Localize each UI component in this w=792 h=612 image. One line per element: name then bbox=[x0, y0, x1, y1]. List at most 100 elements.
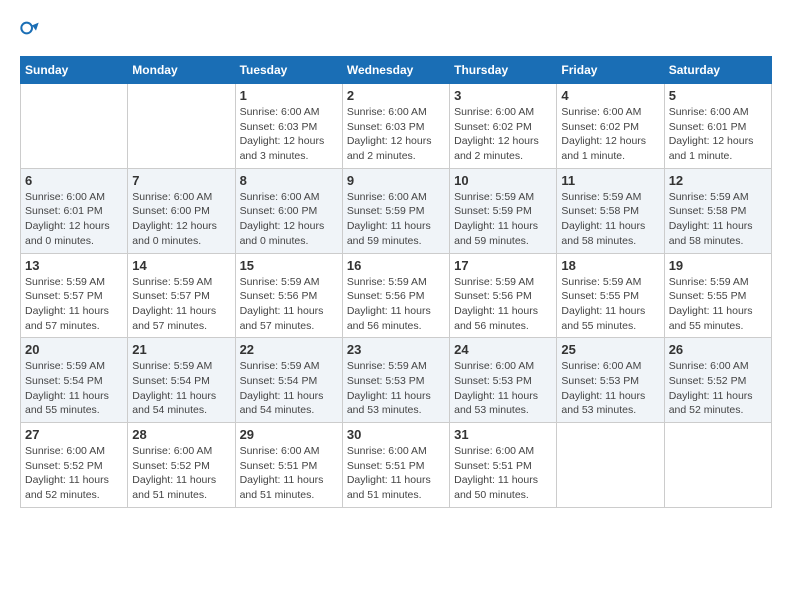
day-info: Sunrise: 5:59 AM Sunset: 5:57 PM Dayligh… bbox=[25, 275, 123, 334]
page-header bbox=[20, 20, 772, 40]
day-info: Sunrise: 5:59 AM Sunset: 5:56 PM Dayligh… bbox=[347, 275, 445, 334]
day-info: Sunrise: 5:59 AM Sunset: 5:56 PM Dayligh… bbox=[240, 275, 338, 334]
header-monday: Monday bbox=[128, 57, 235, 84]
day-number: 16 bbox=[347, 258, 445, 273]
calendar-day-cell: 3Sunrise: 6:00 AM Sunset: 6:02 PM Daylig… bbox=[450, 84, 557, 169]
calendar-day-cell: 19 Sunrise: 5:59 AM Sunset: 5:55 PM Dayli… bbox=[664, 253, 771, 338]
logo bbox=[20, 20, 44, 40]
calendar-day-cell: 20 Sunrise: 5:59 AM Sunset: 5:54 PM Dayli… bbox=[21, 338, 128, 423]
day-number: 6 bbox=[25, 173, 123, 188]
calendar-day-cell bbox=[21, 84, 128, 169]
day-number: 18 bbox=[561, 258, 659, 273]
day-number: 27 bbox=[25, 427, 123, 442]
calendar-day-cell: 16 Sunrise: 5:59 AM Sunset: 5:56 PM Dayli… bbox=[342, 253, 449, 338]
day-number: 13 bbox=[25, 258, 123, 273]
calendar-day-cell: 21Sunrise: 5:59 AM Sunset: 5:54 PM Dayli… bbox=[128, 338, 235, 423]
day-info: Sunrise: 6:00 AM Sunset: 6:02 PM Dayligh… bbox=[561, 105, 659, 164]
header-friday: Friday bbox=[557, 57, 664, 84]
day-info: Sunrise: 6:00 AM Sunset: 5:59 PM Dayligh… bbox=[347, 190, 445, 249]
day-number: 31 bbox=[454, 427, 552, 442]
header-sunday: Sunday bbox=[21, 57, 128, 84]
calendar-day-cell: 12 Sunrise: 5:59 AM Sunset: 5:58 PM Dayli… bbox=[664, 168, 771, 253]
day-number: 5 bbox=[669, 88, 767, 103]
day-info: Sunrise: 6:00 AM Sunset: 5:53 PM Dayligh… bbox=[561, 359, 659, 418]
day-info: Sunrise: 6:00 AM Sunset: 6:01 PM Dayligh… bbox=[669, 105, 767, 164]
calendar-day-cell: 27 Sunrise: 6:00 AM Sunset: 5:52 PM Dayli… bbox=[21, 423, 128, 508]
day-number: 10 bbox=[454, 173, 552, 188]
header-tuesday: Tuesday bbox=[235, 57, 342, 84]
day-info: Sunrise: 6:00 AM Sunset: 5:52 PM Dayligh… bbox=[25, 444, 123, 503]
day-number: 7 bbox=[132, 173, 230, 188]
day-number: 30 bbox=[347, 427, 445, 442]
calendar-day-cell: 18 Sunrise: 5:59 AM Sunset: 5:55 PM Dayli… bbox=[557, 253, 664, 338]
day-info: Sunrise: 6:00 AM Sunset: 5:51 PM Dayligh… bbox=[454, 444, 552, 503]
calendar-day-cell: 10 Sunrise: 5:59 AM Sunset: 5:59 PM Dayli… bbox=[450, 168, 557, 253]
day-info: Sunrise: 6:00 AM Sunset: 6:03 PM Dayligh… bbox=[240, 105, 338, 164]
day-number: 19 bbox=[669, 258, 767, 273]
calendar-day-cell: 1 Sunrise: 6:00 AM Sunset: 6:03 PM Daylig… bbox=[235, 84, 342, 169]
header-saturday: Saturday bbox=[664, 57, 771, 84]
day-info: Sunrise: 6:00 AM Sunset: 6:03 PM Dayligh… bbox=[347, 105, 445, 164]
calendar-day-cell: 26 Sunrise: 6:00 AM Sunset: 5:52 PM Dayli… bbox=[664, 338, 771, 423]
calendar-day-cell: 7 Sunrise: 6:00 AM Sunset: 6:00 PM Daylig… bbox=[128, 168, 235, 253]
day-number: 12 bbox=[669, 173, 767, 188]
calendar-day-cell: 6 Sunrise: 6:00 AM Sunset: 6:01 PM Daylig… bbox=[21, 168, 128, 253]
day-number: 1 bbox=[240, 88, 338, 103]
calendar-day-cell: 11Sunrise: 5:59 AM Sunset: 5:58 PM Dayli… bbox=[557, 168, 664, 253]
calendar-day-cell: 17Sunrise: 5:59 AM Sunset: 5:56 PM Dayli… bbox=[450, 253, 557, 338]
day-number: 4 bbox=[561, 88, 659, 103]
calendar-day-cell: 28 Sunrise: 6:00 AM Sunset: 5:52 PM Dayli… bbox=[128, 423, 235, 508]
day-info: Sunrise: 6:00 AM Sunset: 5:51 PM Dayligh… bbox=[347, 444, 445, 503]
day-info: Sunrise: 5:59 AM Sunset: 5:55 PM Dayligh… bbox=[669, 275, 767, 334]
day-number: 3 bbox=[454, 88, 552, 103]
calendar-day-cell: 4 Sunrise: 6:00 AM Sunset: 6:02 PM Daylig… bbox=[557, 84, 664, 169]
day-info: Sunrise: 6:00 AM Sunset: 5:53 PM Dayligh… bbox=[454, 359, 552, 418]
day-info: Sunrise: 5:59 AM Sunset: 5:56 PM Dayligh… bbox=[454, 275, 552, 334]
day-number: 9 bbox=[347, 173, 445, 188]
calendar-day-cell: 31 Sunrise: 6:00 AM Sunset: 5:51 PM Dayli… bbox=[450, 423, 557, 508]
calendar-day-cell bbox=[557, 423, 664, 508]
day-info: Sunrise: 6:00 AM Sunset: 6:00 PM Dayligh… bbox=[240, 190, 338, 249]
day-number: 26 bbox=[669, 342, 767, 357]
weekday-header-row: Sunday Monday Tuesday Wednesday Thursday… bbox=[21, 57, 772, 84]
day-info: Sunrise: 5:59 AM Sunset: 5:54 PM Dayligh… bbox=[132, 359, 230, 418]
day-info: Sunrise: 6:00 AM Sunset: 5:52 PM Dayligh… bbox=[132, 444, 230, 503]
header-thursday: Thursday bbox=[450, 57, 557, 84]
calendar-day-cell: 22Sunrise: 5:59 AM Sunset: 5:54 PM Dayli… bbox=[235, 338, 342, 423]
day-number: 28 bbox=[132, 427, 230, 442]
calendar-day-cell: 5 Sunrise: 6:00 AM Sunset: 6:01 PM Daylig… bbox=[664, 84, 771, 169]
calendar-week-row: 27 Sunrise: 6:00 AM Sunset: 5:52 PM Dayli… bbox=[21, 423, 772, 508]
calendar-day-cell: 29 Sunrise: 6:00 AM Sunset: 5:51 PM Dayli… bbox=[235, 423, 342, 508]
calendar-week-row: 1 Sunrise: 6:00 AM Sunset: 6:03 PM Daylig… bbox=[21, 84, 772, 169]
day-number: 25 bbox=[561, 342, 659, 357]
calendar-day-cell bbox=[128, 84, 235, 169]
calendar-day-cell bbox=[664, 423, 771, 508]
day-info: Sunrise: 5:59 AM Sunset: 5:57 PM Dayligh… bbox=[132, 275, 230, 334]
calendar-day-cell: 23Sunrise: 5:59 AM Sunset: 5:53 PM Dayli… bbox=[342, 338, 449, 423]
header-wednesday: Wednesday bbox=[342, 57, 449, 84]
calendar-day-cell: 25 Sunrise: 6:00 AM Sunset: 5:53 PM Dayli… bbox=[557, 338, 664, 423]
day-number: 29 bbox=[240, 427, 338, 442]
calendar-day-cell: 30 Sunrise: 6:00 AM Sunset: 5:51 PM Dayli… bbox=[342, 423, 449, 508]
logo-icon bbox=[20, 20, 40, 40]
day-info: Sunrise: 5:59 AM Sunset: 5:58 PM Dayligh… bbox=[561, 190, 659, 249]
day-number: 20 bbox=[25, 342, 123, 357]
day-info: Sunrise: 5:59 AM Sunset: 5:58 PM Dayligh… bbox=[669, 190, 767, 249]
calendar-week-row: 6 Sunrise: 6:00 AM Sunset: 6:01 PM Daylig… bbox=[21, 168, 772, 253]
calendar-day-cell: 14Sunrise: 5:59 AM Sunset: 5:57 PM Dayli… bbox=[128, 253, 235, 338]
day-number: 15 bbox=[240, 258, 338, 273]
calendar-week-row: 20 Sunrise: 5:59 AM Sunset: 5:54 PM Dayli… bbox=[21, 338, 772, 423]
day-info: Sunrise: 6:00 AM Sunset: 5:51 PM Dayligh… bbox=[240, 444, 338, 503]
calendar-table: Sunday Monday Tuesday Wednesday Thursday… bbox=[20, 56, 772, 508]
day-info: Sunrise: 5:59 AM Sunset: 5:53 PM Dayligh… bbox=[347, 359, 445, 418]
day-info: Sunrise: 6:00 AM Sunset: 5:52 PM Dayligh… bbox=[669, 359, 767, 418]
calendar-day-cell: 24 Sunrise: 6:00 AM Sunset: 5:53 PM Dayli… bbox=[450, 338, 557, 423]
day-info: Sunrise: 6:00 AM Sunset: 6:01 PM Dayligh… bbox=[25, 190, 123, 249]
day-info: Sunrise: 5:59 AM Sunset: 5:59 PM Dayligh… bbox=[454, 190, 552, 249]
day-info: Sunrise: 5:59 AM Sunset: 5:54 PM Dayligh… bbox=[25, 359, 123, 418]
day-info: Sunrise: 6:00 AM Sunset: 6:00 PM Dayligh… bbox=[132, 190, 230, 249]
day-info: Sunrise: 5:59 AM Sunset: 5:54 PM Dayligh… bbox=[240, 359, 338, 418]
calendar-day-cell: 9 Sunrise: 6:00 AM Sunset: 5:59 PM Daylig… bbox=[342, 168, 449, 253]
day-info: Sunrise: 5:59 AM Sunset: 5:55 PM Dayligh… bbox=[561, 275, 659, 334]
day-number: 24 bbox=[454, 342, 552, 357]
